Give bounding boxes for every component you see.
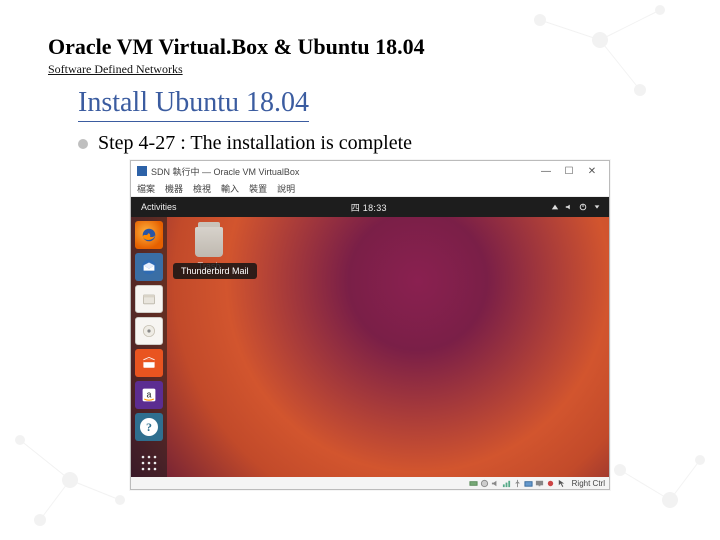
statusbar-usb-icon — [513, 479, 522, 488]
step-text: Step 4-27 : The installation is complete — [78, 132, 672, 155]
step-label: Step 4-27 : The installation is complete — [98, 132, 412, 154]
svg-text:a: a — [147, 389, 152, 399]
dropdown-icon — [593, 203, 601, 211]
statusbar-mouse-icon — [557, 479, 566, 488]
dock-tooltip: Thunderbird Mail — [173, 263, 257, 279]
menu-input[interactable]: 輸入 — [221, 182, 239, 195]
trash-icon — [195, 227, 223, 257]
volume-icon — [565, 203, 573, 211]
section-heading: Install Ubuntu 18.04 — [78, 87, 309, 122]
software-icon[interactable] — [135, 349, 163, 377]
virtualbox-window: SDN 執行中 — Oracle VM VirtualBox — ☐ ✕ 檔案 … — [130, 160, 610, 490]
virtualbox-window-title: SDN 執行中 — Oracle VM VirtualBox — [151, 165, 299, 178]
network-icon — [551, 203, 559, 211]
virtualbox-app-icon — [137, 166, 147, 176]
menu-view[interactable]: 檢視 — [193, 182, 211, 195]
close-button[interactable]: ✕ — [581, 164, 603, 178]
menu-help[interactable]: 說明 — [277, 182, 295, 195]
gnome-top-bar: Activities 四 18:33 — [131, 197, 609, 217]
ubuntu-dock: a ? — [131, 217, 167, 477]
files-icon[interactable] — [135, 285, 163, 313]
activities-button[interactable]: Activities — [131, 202, 187, 212]
power-icon — [579, 203, 587, 211]
statusbar-optical-icon — [480, 479, 489, 488]
rhythmbox-icon[interactable] — [135, 317, 163, 345]
maximize-button[interactable]: ☐ — [558, 164, 580, 178]
statusbar-network-icon — [502, 479, 511, 488]
ubuntu-desktop[interactable]: Activities 四 18:33 a ? Trash — [131, 197, 609, 477]
statusbar-hdd-icon — [469, 479, 478, 488]
menu-devices[interactable]: 裝置 — [249, 182, 267, 195]
amazon-icon[interactable]: a — [135, 381, 163, 409]
statusbar-audio-icon — [491, 479, 500, 488]
help-icon[interactable]: ? — [135, 413, 163, 441]
show-applications-button[interactable] — [135, 449, 163, 477]
statusbar-display-icon — [535, 479, 544, 488]
menu-file[interactable]: 檔案 — [137, 182, 155, 195]
firefox-icon[interactable] — [135, 221, 163, 249]
bullet-icon — [78, 139, 88, 149]
minimize-button[interactable]: — — [535, 164, 557, 178]
menu-machine[interactable]: 機器 — [165, 182, 183, 195]
statusbar-hostkey: Right Ctrl — [568, 479, 605, 488]
clock[interactable]: 四 18:33 — [187, 201, 551, 214]
slide-subtitle: Software Defined Networks — [48, 62, 672, 77]
system-tray[interactable] — [551, 203, 609, 211]
thunderbird-icon[interactable] — [135, 253, 163, 281]
statusbar-recording-icon — [546, 479, 555, 488]
virtualbox-statusbar: Right Ctrl — [131, 477, 609, 489]
virtualbox-titlebar[interactable]: SDN 執行中 — Oracle VM VirtualBox — ☐ ✕ — [131, 161, 609, 181]
statusbar-shared-icon — [524, 479, 533, 488]
slide-title: Oracle VM Virtual.Box & Ubuntu 18.04 — [48, 34, 672, 60]
virtualbox-menubar: 檔案 機器 檢視 輸入 裝置 說明 — [131, 181, 609, 197]
